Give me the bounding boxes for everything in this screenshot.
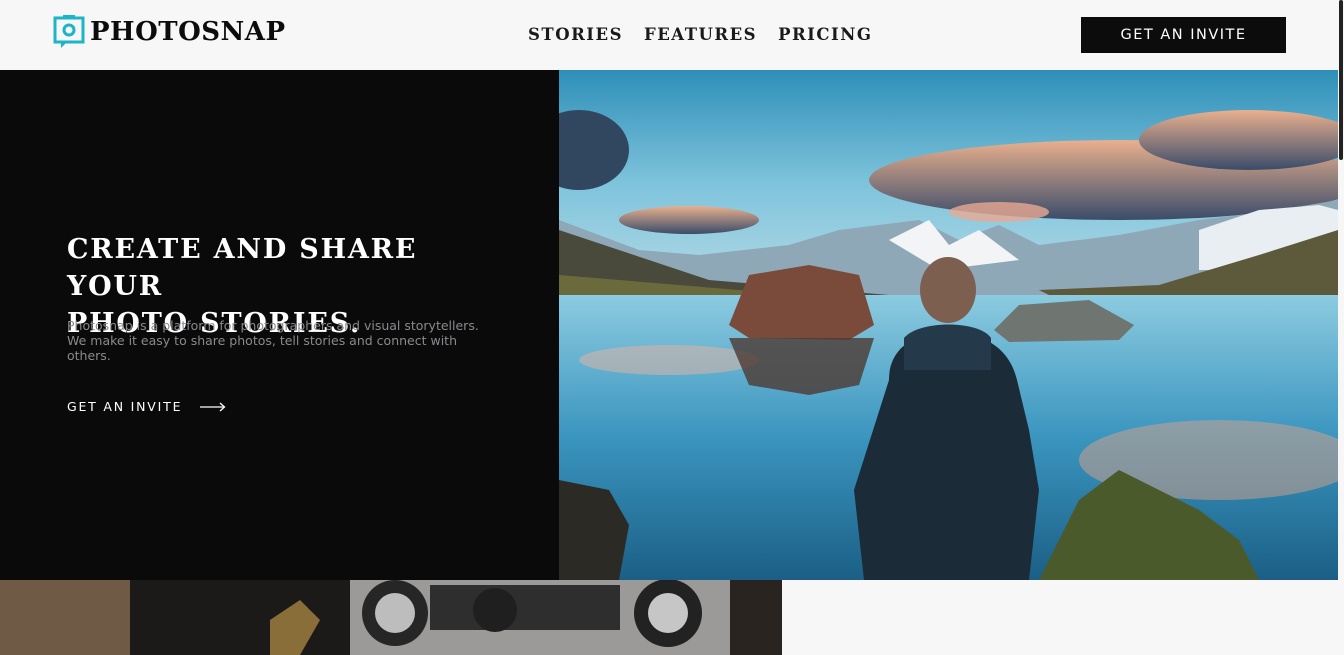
get-invite-button[interactable]: GET AN INVITE	[1081, 17, 1286, 53]
camera-photo	[0, 580, 782, 655]
scrollbar-thumb[interactable]	[1339, 0, 1343, 160]
nav-item-features[interactable]: FEATURES	[644, 25, 757, 45]
site-header: PHOTOSNAP STORIES FEATURES PRICING GET A…	[0, 0, 1338, 70]
hero-description: Photosnap is a platform for photographer…	[67, 318, 479, 363]
hero-photo	[559, 70, 1338, 580]
main-nav: STORIES FEATURES PRICING	[528, 25, 893, 45]
nav-item-stories[interactable]: STORIES	[528, 25, 623, 45]
camera-chat-icon	[53, 15, 85, 48]
nav-item-pricing[interactable]: PRICING	[778, 25, 872, 45]
brand-name: PHOTOSNAP	[90, 17, 286, 47]
hero-text-panel: CREATE AND SHARE YOUR PHOTO STORIES. Pho…	[0, 70, 559, 580]
hero-link-label: GET AN INVITE	[67, 399, 183, 414]
arrow-right-icon	[200, 402, 226, 411]
hero-get-invite-link[interactable]: GET AN INVITE	[67, 399, 226, 414]
page-scrollbar[interactable]	[1338, 0, 1344, 655]
brand-logo[interactable]: PHOTOSNAP	[53, 14, 286, 50]
